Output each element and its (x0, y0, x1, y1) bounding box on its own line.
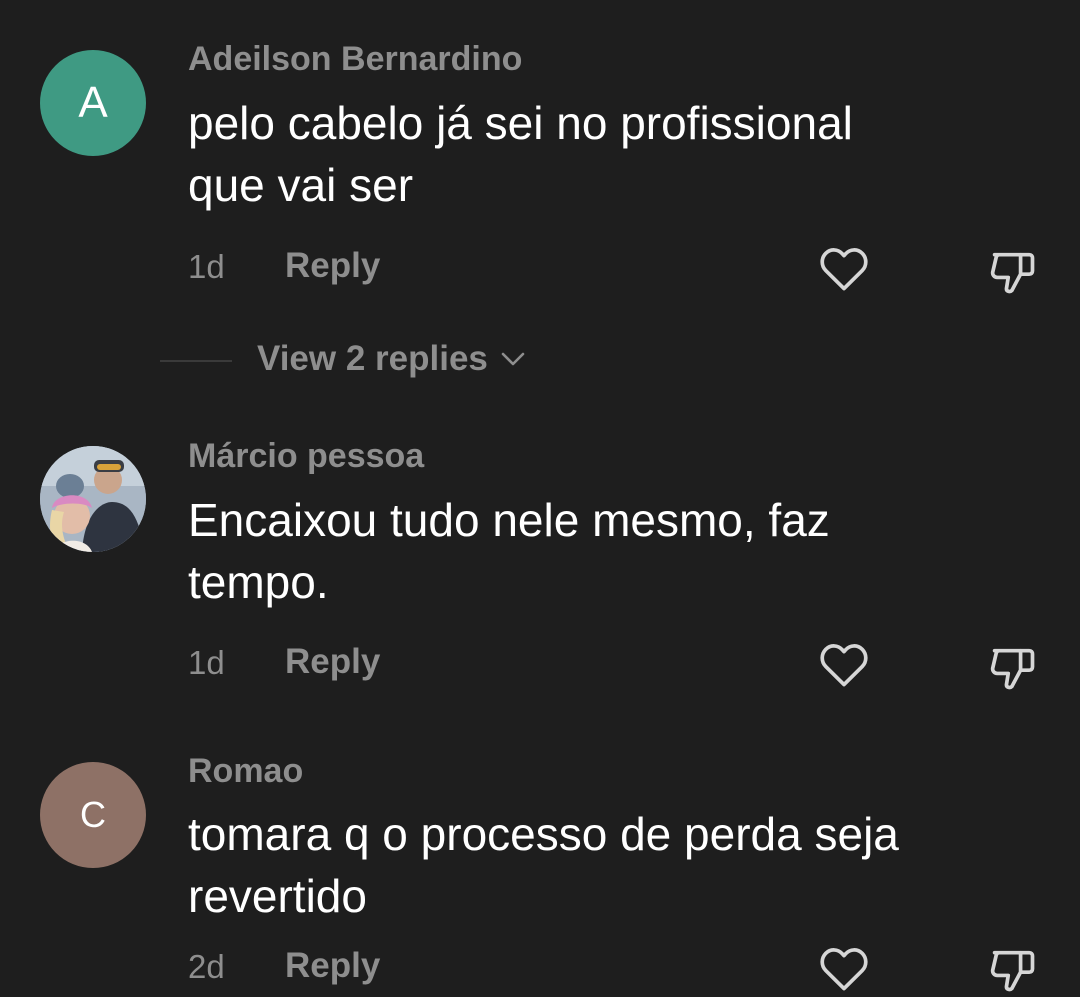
comment-timestamp: 1d (188, 248, 225, 285)
heart-icon[interactable] (818, 640, 870, 688)
reply-button[interactable]: Reply (285, 946, 380, 986)
comment-username[interactable]: Márcio pessoa (188, 437, 424, 476)
comment-text-line: tomara q o processo de perda seja (188, 808, 899, 860)
comment-text: tomara q o processo de perda seja revert… (188, 803, 1048, 927)
replies-divider (160, 360, 232, 362)
avatar-letter: C (80, 794, 106, 835)
view-replies-label: View 2 replies (257, 339, 488, 378)
comment-text: pelo cabelo já sei no profissional que v… (188, 92, 1048, 216)
comment-text-line: tempo. (188, 556, 329, 608)
comment-text-line: revertido (188, 870, 367, 922)
thumbs-down-icon[interactable] (986, 642, 1040, 694)
comment-timestamp: 2d (188, 948, 225, 985)
comment-username[interactable]: Adeilson Bernardino (188, 40, 522, 79)
avatar-photo-image (40, 446, 146, 552)
comment-text: Encaixou tudo nele mesmo, faz tempo. (188, 489, 1048, 613)
avatar[interactable]: A (40, 50, 146, 156)
comment-username[interactable]: Romao (188, 752, 303, 791)
chevron-down-icon (501, 352, 525, 366)
heart-icon[interactable] (818, 944, 870, 992)
thumbs-down-icon[interactable] (986, 944, 1040, 996)
comment-text-line: Encaixou tudo nele mesmo, faz (188, 494, 830, 546)
avatar-letter: A (78, 78, 108, 127)
avatar[interactable] (40, 446, 146, 552)
comment-timestamp: 1d (188, 644, 225, 681)
view-replies-button[interactable]: View 2 replies (257, 339, 526, 379)
reply-button[interactable]: Reply (285, 246, 380, 286)
thumbs-down-icon[interactable] (986, 246, 1040, 298)
heart-icon[interactable] (818, 244, 870, 292)
reply-button[interactable]: Reply (285, 642, 380, 682)
comment-text-line: que vai ser (188, 159, 414, 211)
comment-text-line: pelo cabelo já sei no profissional (188, 97, 853, 149)
avatar[interactable]: C (40, 762, 146, 868)
